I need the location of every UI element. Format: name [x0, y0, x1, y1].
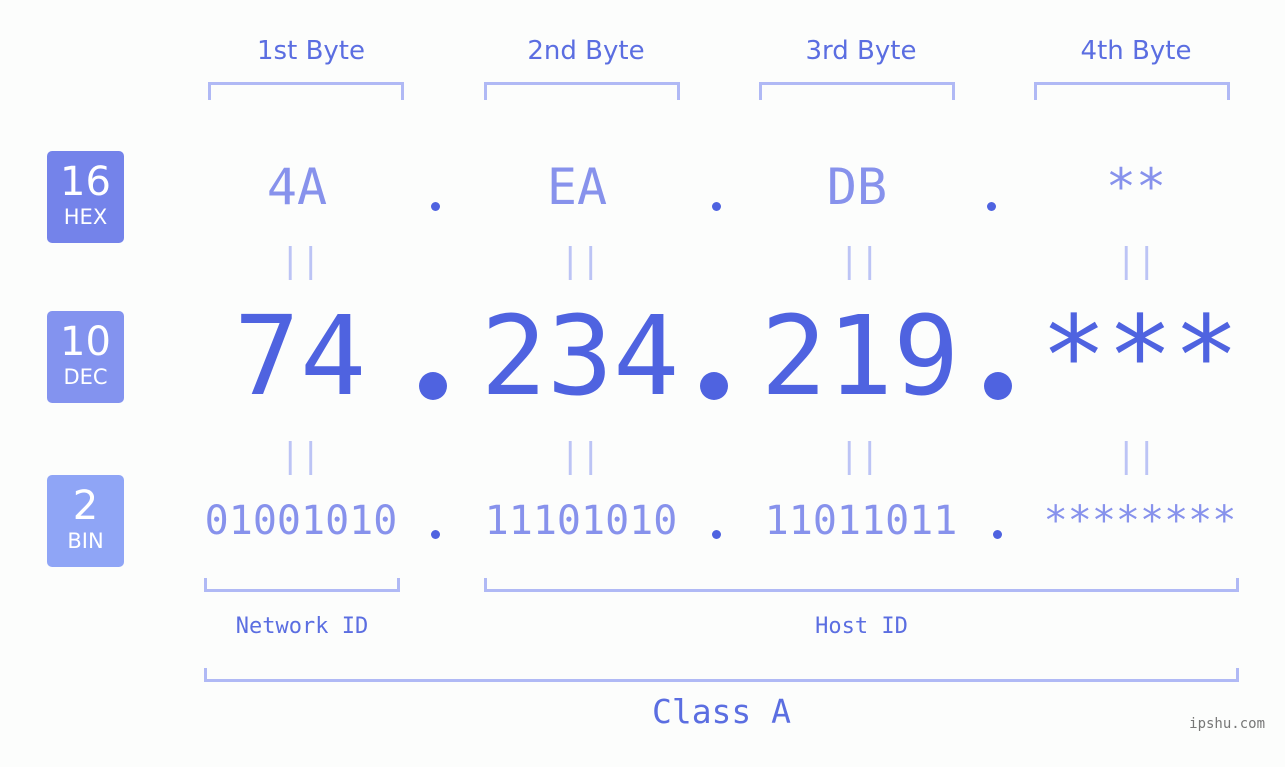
- hex-base-label: HEX: [63, 205, 108, 229]
- bin-separator-dot: [712, 530, 721, 539]
- equals-icon: ||: [1116, 436, 1157, 476]
- hex-base-number: 16: [60, 159, 111, 205]
- network-id-bracket: [204, 578, 400, 592]
- byte-header-2: 2nd Byte: [527, 36, 645, 66]
- equals-icon: ||: [839, 241, 880, 281]
- byte-bracket-2: [484, 82, 680, 100]
- hex-separator-dot: [712, 202, 721, 211]
- bin-byte-1: 01001010: [204, 498, 398, 544]
- byte-header-3: 3rd Byte: [805, 36, 917, 66]
- bin-separator-dot: [993, 530, 1002, 539]
- bin-badge: 2 BIN: [47, 475, 124, 567]
- host-id-label: Host ID: [815, 614, 908, 639]
- equals-icon: ||: [839, 436, 880, 476]
- dec-byte-1: 74: [233, 292, 367, 420]
- dec-separator-dot: [419, 372, 447, 400]
- byte-bracket-3: [759, 82, 955, 100]
- dec-base-label: DEC: [63, 365, 108, 389]
- class-label: Class A: [651, 692, 792, 731]
- dec-separator-dot: [700, 372, 728, 400]
- hex-byte-4: **: [1105, 158, 1167, 216]
- dec-byte-4: ***: [1040, 292, 1240, 420]
- equals-icon: ||: [560, 241, 601, 281]
- dec-base-number: 10: [60, 319, 111, 365]
- byte-header-4: 4th Byte: [1080, 36, 1192, 66]
- bin-byte-3: 11011011: [764, 498, 958, 544]
- dec-byte-3: 219: [760, 292, 960, 420]
- equals-icon: ||: [280, 436, 321, 476]
- bin-base-number: 2: [72, 483, 99, 529]
- bin-byte-4: ********: [1043, 498, 1237, 544]
- hex-byte-2: EA: [546, 158, 608, 216]
- class-bracket: [204, 668, 1239, 682]
- bin-byte-2: 11101010: [484, 498, 678, 544]
- dec-badge: 10 DEC: [47, 311, 124, 403]
- bin-base-label: BIN: [67, 529, 104, 553]
- dec-byte-2: 234: [480, 292, 680, 420]
- hex-byte-3: DB: [826, 158, 888, 216]
- hex-separator-dot: [431, 202, 440, 211]
- hex-byte-1: 4A: [266, 158, 328, 216]
- network-id-label: Network ID: [235, 614, 369, 639]
- bin-separator-dot: [431, 530, 440, 539]
- byte-bracket-4: [1034, 82, 1230, 100]
- hex-badge: 16 HEX: [47, 151, 124, 243]
- hex-separator-dot: [987, 202, 996, 211]
- equals-icon: ||: [280, 241, 321, 281]
- equals-icon: ||: [1116, 241, 1157, 281]
- byte-bracket-1: [208, 82, 404, 100]
- watermark: ipshu.com: [1189, 716, 1265, 732]
- dec-separator-dot: [984, 372, 1012, 400]
- byte-header-1: 1st Byte: [257, 36, 365, 66]
- host-id-bracket: [484, 578, 1239, 592]
- equals-icon: ||: [560, 436, 601, 476]
